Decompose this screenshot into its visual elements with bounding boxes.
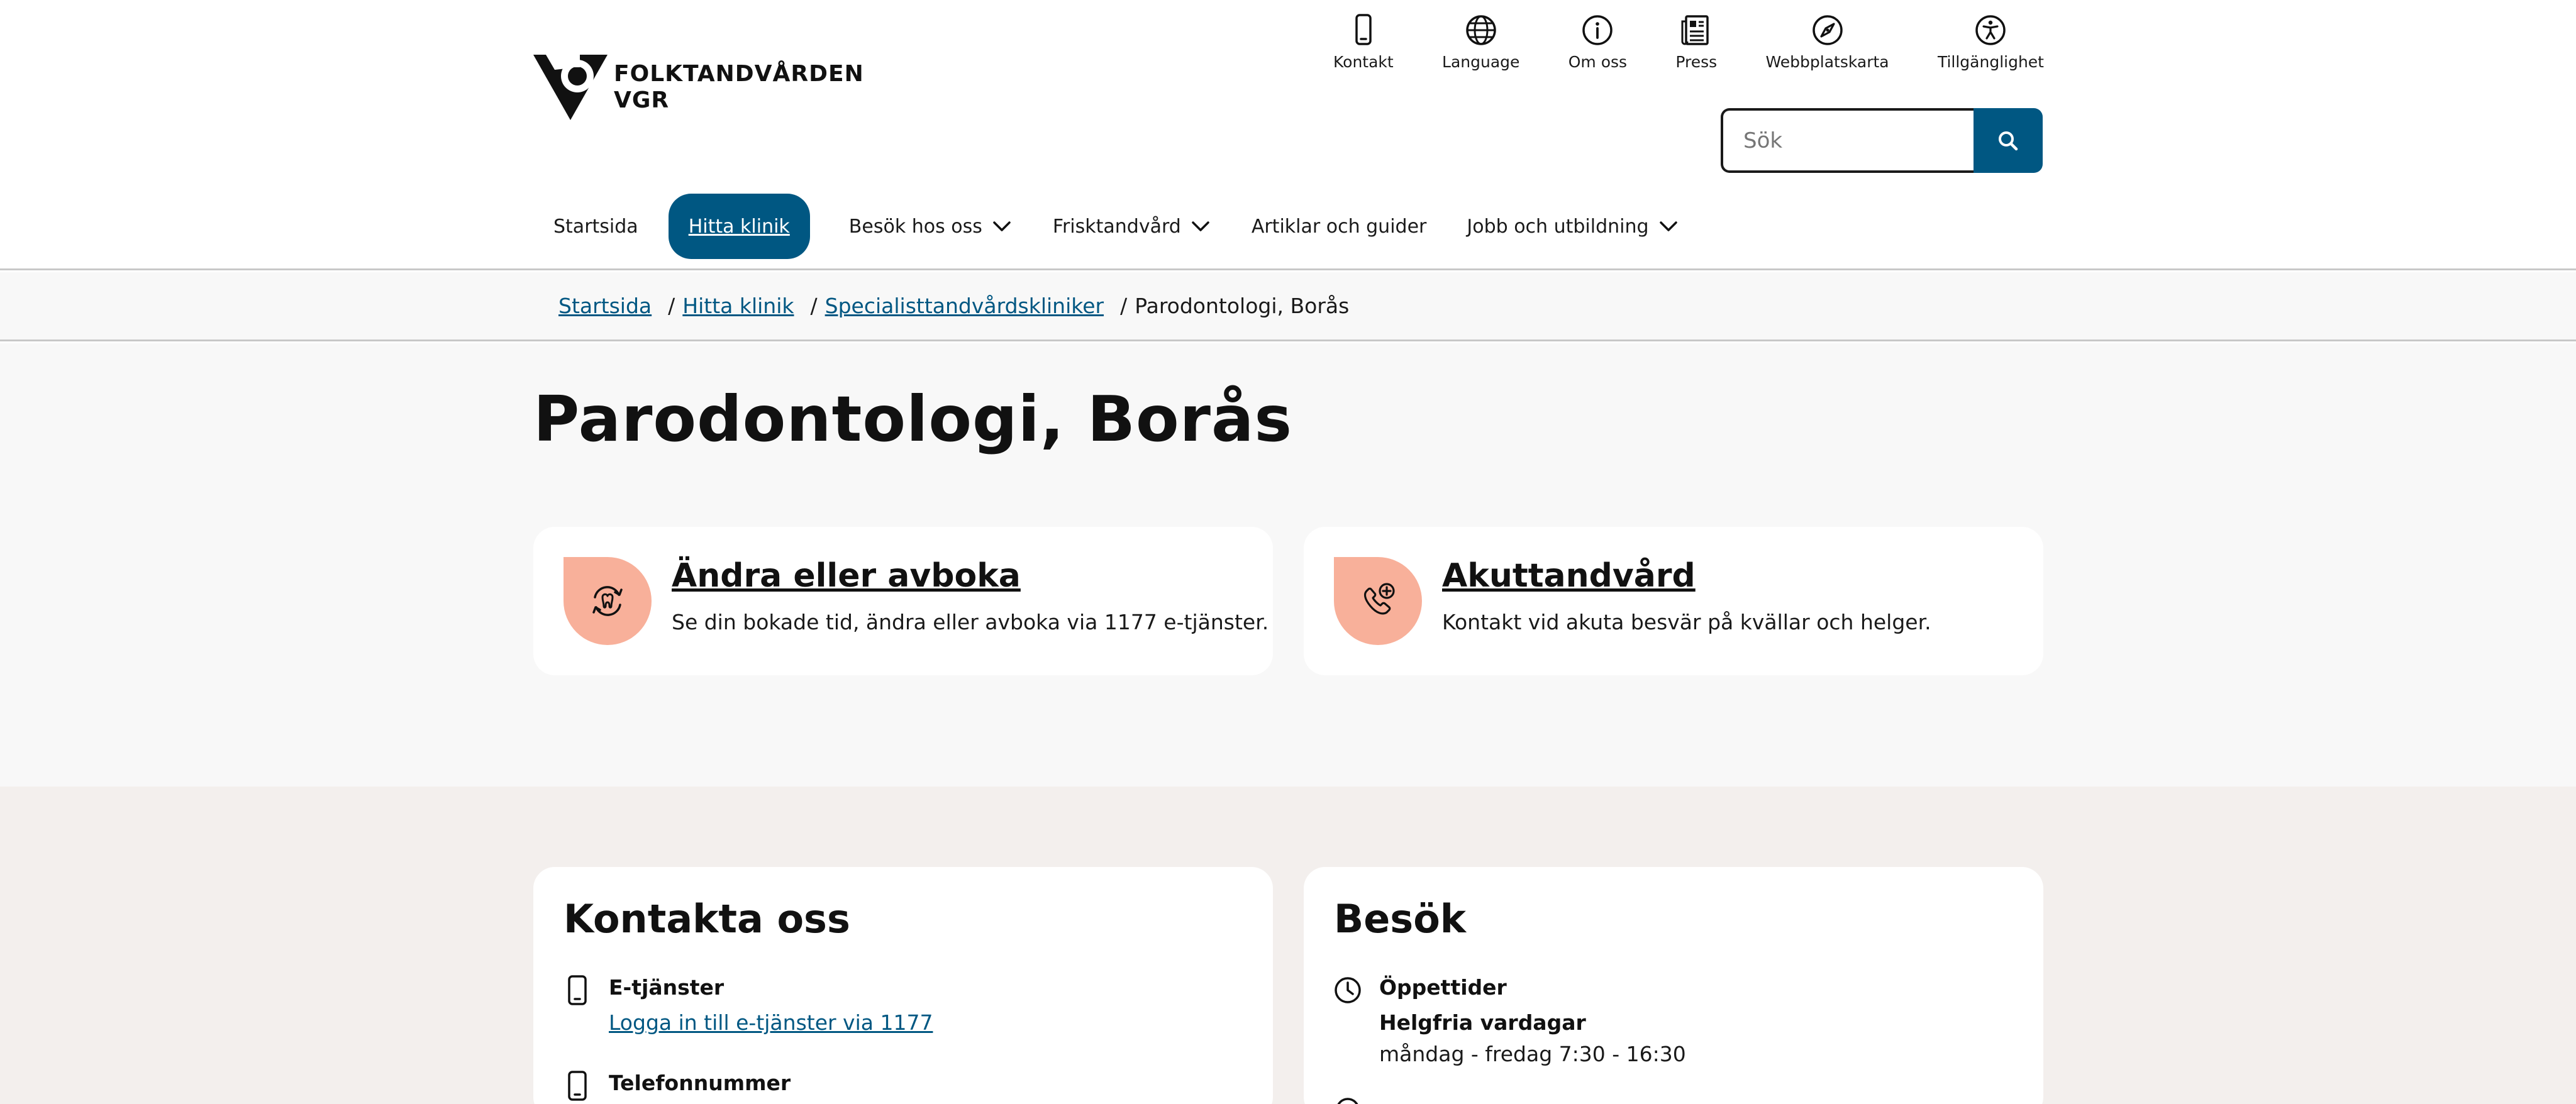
breadcrumb: Startsida / Hitta klinik / Specialisttan… xyxy=(0,272,2576,341)
folktandvarden-logo-icon xyxy=(533,55,608,120)
oppettider-label: Öppettider xyxy=(1379,975,1507,1000)
search-input[interactable] xyxy=(1721,108,1974,173)
contact-title: Kontakta oss xyxy=(564,896,850,942)
oppettider-row: Öppettider Helgfria vardagar måndag - fr… xyxy=(1334,974,1686,1068)
telefon-row: Telefonnummer xyxy=(564,1069,791,1102)
opening-hours: måndag - fredag 7:30 - 16:30 xyxy=(1379,1042,1686,1066)
compass-icon xyxy=(1812,15,1843,45)
chevron-down-icon xyxy=(1192,221,1209,231)
visit-card: Besök Öppettider Helgfria vardagar månda… xyxy=(1304,867,2043,1104)
nav-artiklar[interactable]: Artiklar och guider xyxy=(1231,194,1447,259)
utility-language[interactable]: Language xyxy=(1442,13,1519,75)
nav-frisktandvard[interactable]: Frisktandvård xyxy=(1033,194,1231,259)
newspaper-icon xyxy=(1681,15,1709,45)
breadcrumb-specialisttandvardskliniker[interactable]: Specialisttandvårdskliniker xyxy=(825,294,1104,318)
nav-jobb-och-utbildning[interactable]: Jobb och utbildning xyxy=(1446,194,1699,259)
main-nav: Startsida Hitta klinik Besök hos oss Fri… xyxy=(533,194,1699,259)
visit-title: Besök xyxy=(1334,896,1467,942)
contact-card: Kontakta oss E-tjänster Logga in till e-… xyxy=(533,867,1273,1104)
logo[interactable]: FOLKTANDVÅRDEN VGR xyxy=(533,53,863,122)
telefon-label: Telefonnummer xyxy=(609,1071,791,1095)
emergency-description: Kontakt vid akuta besvär på kvällar och … xyxy=(1442,610,1931,634)
phone-plus-icon xyxy=(1363,583,1395,615)
utility-kontakt[interactable]: Kontakt xyxy=(1333,13,1394,75)
phone-icon xyxy=(568,975,587,1005)
utility-language-label: Language xyxy=(1442,53,1520,71)
search-icon xyxy=(1999,131,2018,150)
utility-press[interactable]: Press xyxy=(1675,13,1717,75)
utility-webbplatskarta[interactable]: Webbplatskarta xyxy=(1766,13,1889,75)
page-title: Parodontologi, Borås xyxy=(533,382,1292,456)
location-icon xyxy=(1337,1098,1358,1104)
emergency-badge xyxy=(1334,557,1422,645)
phone-icon xyxy=(1355,14,1372,45)
breadcrumb-separator: / xyxy=(668,294,675,318)
chevron-down-icon xyxy=(1659,221,1677,231)
nav-jobb-label: Jobb och utbildning xyxy=(1467,215,1649,238)
nav-besok-label: Besök hos oss xyxy=(848,215,982,238)
globe-icon xyxy=(1465,15,1496,45)
nav-frisktandvard-label: Frisktandvård xyxy=(1052,215,1181,238)
hero-section: Parodontologi, Borås Ändra eller avboka … xyxy=(0,343,2576,787)
breadcrumb-startsida[interactable]: Startsida xyxy=(558,294,652,318)
phone-icon xyxy=(568,1071,587,1101)
site-header: FOLKTANDVÅRDEN VGR Kontakt Language Om o… xyxy=(0,0,2576,270)
accessibility-icon xyxy=(1975,15,2006,45)
change-booking-description: Se din bokade tid, ändra eller avboka vi… xyxy=(672,610,1269,634)
logo-line2: VGR xyxy=(614,87,670,113)
breadcrumb-current: Parodontologi, Borås xyxy=(1135,294,1350,318)
etjanster-row: E-tjänster Logga in till e-tjänster via … xyxy=(564,974,933,1037)
nav-besok-hos-oss[interactable]: Besök hos oss xyxy=(829,194,1033,259)
emergency-link[interactable]: Akuttandvård xyxy=(1442,557,1696,595)
utility-press-label: Press xyxy=(1675,53,1718,71)
search-button[interactable] xyxy=(1974,108,2043,173)
utility-om-oss-label: Om oss xyxy=(1568,53,1628,71)
change-booking-card[interactable]: Ändra eller avboka Se din bokade tid, än… xyxy=(533,527,1273,675)
info-section: Kontakta oss E-tjänster Logga in till e-… xyxy=(0,787,2576,1104)
search-form xyxy=(1721,108,2043,173)
nav-hitta-klinik[interactable]: Hitta klinik xyxy=(668,194,810,259)
utility-tillganglighet[interactable]: Tillgänglighet xyxy=(1938,13,2044,75)
breadcrumb-hitta-klinik[interactable]: Hitta klinik xyxy=(682,294,794,318)
utility-webbplatskarta-label: Webbplatskarta xyxy=(1765,53,1889,71)
breadcrumb-separator: / xyxy=(1120,294,1128,318)
utility-nav: Kontakt Language Om oss Press Webbplatsk… xyxy=(1333,13,2044,75)
utility-tillganglighet-label: Tillgänglighet xyxy=(1937,53,2044,71)
info-icon xyxy=(1582,15,1613,45)
calendar-tooth-icon xyxy=(592,586,623,616)
etjanster-login-link[interactable]: Logga in till e-tjänster via 1177 xyxy=(609,1009,933,1037)
nav-startsida[interactable]: Startsida xyxy=(533,194,658,259)
etjanster-label: E-tjänster xyxy=(609,975,724,1000)
utility-om-oss[interactable]: Om oss xyxy=(1568,13,1627,75)
breadcrumb-separator: / xyxy=(810,294,818,318)
utility-kontakt-label: Kontakt xyxy=(1333,53,1394,71)
helgfria-label: Helgfria vardagar xyxy=(1379,1010,1586,1035)
logo-text: FOLKTANDVÅRDEN VGR xyxy=(614,61,864,114)
emergency-card[interactable]: Akuttandvård Kontakt vid akuta besvär på… xyxy=(1304,527,2043,675)
clock-icon xyxy=(1335,977,1361,1003)
logo-line1: FOLKTANDVÅRDEN xyxy=(614,61,864,87)
change-booking-link[interactable]: Ändra eller avboka xyxy=(672,557,1021,595)
change-booking-badge xyxy=(564,557,652,645)
chevron-down-icon xyxy=(993,221,1011,231)
next-visit-row xyxy=(1334,1096,1379,1104)
